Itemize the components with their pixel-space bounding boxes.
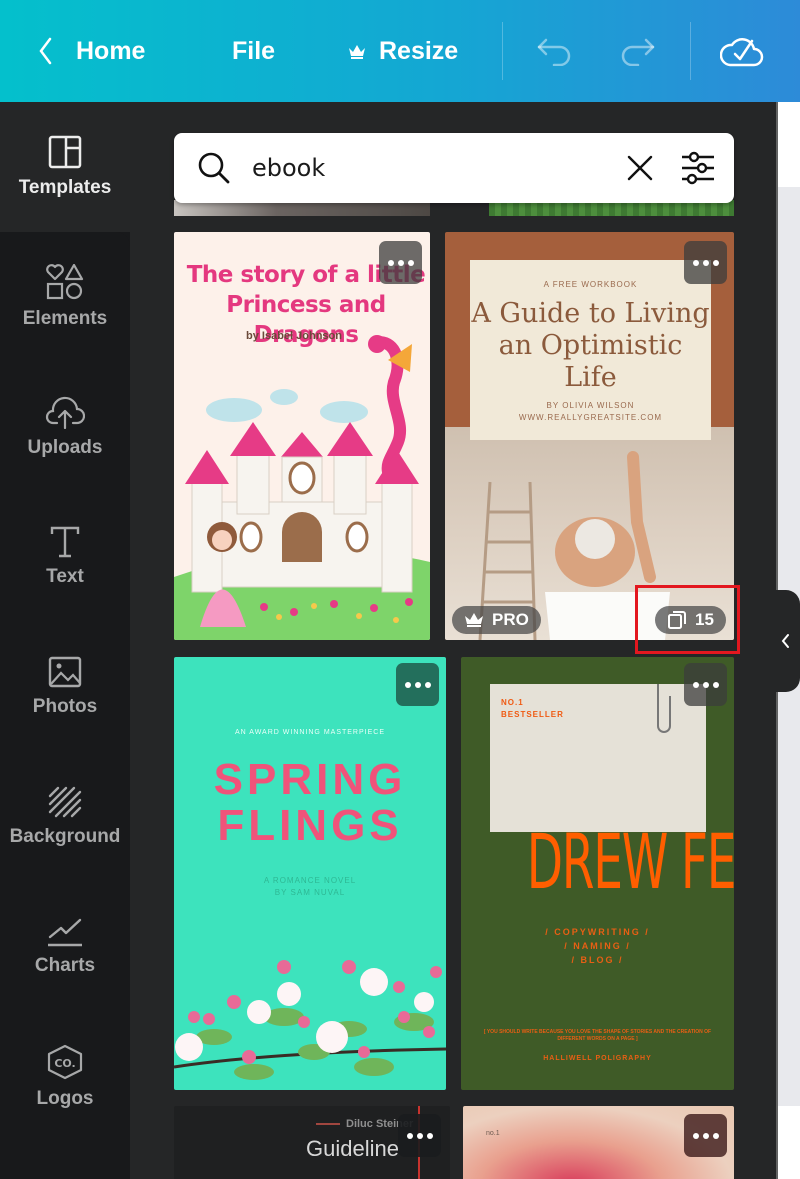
sidebar-item-label: Templates: [18, 177, 112, 198]
more-options-button[interactable]: [684, 663, 727, 706]
canvas-page-top: [778, 102, 800, 187]
upload-cloud-icon: [45, 396, 85, 429]
sidebar-item-label: Logos: [36, 1088, 94, 1109]
pro-label: PRO: [492, 610, 529, 629]
sidebar-item-background[interactable]: Background: [0, 752, 130, 882]
crown-icon: [349, 45, 365, 59]
sidebar-item-label: Charts: [34, 955, 96, 976]
undo-button[interactable]: [536, 0, 572, 102]
template-cover-paper: A FREE WORKBOOK A Guide to Living an Opt…: [470, 260, 711, 440]
blossom-illustration: [174, 960, 446, 1080]
template-author: BY OLIVIA WILSON: [546, 401, 635, 410]
clear-icon[interactable]: [627, 155, 653, 181]
template-tag-line: NO.1: [501, 698, 524, 707]
sidebar-item-uploads[interactable]: Uploads: [0, 362, 130, 492]
template-card[interactable]: no.1: [463, 1106, 734, 1179]
more-options-button[interactable]: [396, 663, 439, 706]
sidebar-item-label: Background: [9, 826, 121, 847]
more-options-button[interactable]: [398, 1114, 441, 1157]
chart-icon: [48, 918, 82, 947]
background-icon: [48, 786, 82, 818]
redo-icon: [621, 38, 655, 66]
pages-icon: [668, 611, 686, 629]
chevron-left-icon: [781, 634, 789, 648]
sidebar-item-elements[interactable]: Elements: [0, 232, 130, 362]
sidebar-item-label: Text: [46, 566, 84, 587]
sidebar-item-logos[interactable]: CO. Logos: [0, 1012, 130, 1142]
template-title: A Guide to Living an Optimistic Life: [471, 298, 710, 393]
pro-badge: PRO: [452, 606, 541, 634]
template-services: / COPYWRITING / / NAMING / / BLOG /: [461, 925, 734, 967]
template-kicker: A FREE WORKBOOK: [543, 280, 638, 289]
photo-icon: [48, 656, 82, 688]
sidebar-item-text[interactable]: Text: [0, 492, 130, 622]
more-options-button[interactable]: [684, 1114, 727, 1157]
search-icon: [198, 152, 230, 184]
template-label: no.1: [486, 1130, 500, 1137]
file-label: File: [232, 36, 276, 65]
template-quote: [ YOU SHOULD WRITE BECAUSE YOU LOVE THE …: [483, 1029, 712, 1042]
svg-text:CO.: CO.: [54, 1057, 75, 1070]
redo-button[interactable]: [620, 0, 656, 102]
crown-icon: [465, 613, 483, 627]
sidebar-item-charts[interactable]: Charts: [0, 882, 130, 1012]
sidebar-item-label: Uploads: [27, 437, 103, 458]
template-byline: BY OLIVIA WILSON WWW.REALLYGREATSITE.COM: [470, 400, 711, 424]
sidebar: Templates Elements Uploads Text Photos B…: [0, 102, 130, 1179]
sidebar-item-templates[interactable]: Templates: [0, 102, 130, 232]
top-toolbar: Home File Resize: [0, 0, 800, 102]
text-icon: [50, 526, 80, 558]
undo-icon: [537, 38, 571, 66]
template-service-item: / BLOG /: [571, 955, 624, 965]
logo-icon: CO.: [47, 1044, 83, 1080]
template-card[interactable]: NO.1 BESTSELLER DREW FEIG / COPYWRITING …: [461, 657, 734, 1090]
template-service-item: / COPYWRITING /: [545, 927, 650, 937]
home-label: Home: [76, 36, 146, 65]
sidebar-item-label: Photos: [32, 696, 98, 717]
canvas-page-bottom: [778, 1106, 800, 1179]
toolbar-divider: [502, 22, 503, 80]
template-site: WWW.REALLYGREATSITE.COM: [518, 413, 663, 422]
template-tag-line: BESTSELLER: [501, 710, 564, 719]
template-card[interactable]: AN AWARD WINNING MASTERPIECE SPRING FLIN…: [174, 657, 446, 1090]
resize-button[interactable]: Resize: [347, 0, 458, 102]
template-service-item: / NAMING /: [564, 941, 631, 951]
castle-illustration: [174, 335, 430, 640]
template-publisher: HALLIWELL POLIGRAPHY: [543, 1055, 652, 1062]
file-menu-button[interactable]: File: [232, 0, 275, 102]
template-title: Guideline: [306, 1136, 399, 1161]
search-input[interactable]: [252, 147, 592, 189]
templates-icon: [48, 135, 82, 169]
resize-label: Resize: [379, 36, 459, 65]
more-options-button[interactable]: [684, 241, 727, 284]
home-button[interactable]: Home: [38, 0, 145, 102]
chevron-left-icon: [39, 37, 52, 65]
template-card[interactable]: Diluc Steiner Guideline: [174, 1106, 450, 1179]
page-count-badge: 15: [655, 606, 726, 634]
toolbar-divider: [690, 22, 691, 80]
collapse-panel-button[interactable]: [770, 590, 800, 692]
template-card[interactable]: The story of a little Princess and Drago…: [174, 232, 430, 640]
template-tag: NO.1 BESTSELLER: [501, 697, 564, 721]
filter-icon[interactable]: [680, 150, 716, 186]
template-title: DREW FEIG: [526, 817, 734, 906]
page-count: 15: [695, 610, 714, 629]
search-bar: [174, 133, 734, 203]
cloud-check-icon: [720, 38, 764, 67]
template-card[interactable]: A FREE WORKBOOK A Guide to Living an Opt…: [445, 232, 734, 640]
sidebar-item-photos[interactable]: Photos: [0, 622, 130, 752]
save-status-button[interactable]: [720, 0, 764, 102]
more-options-button[interactable]: [379, 241, 422, 284]
elements-icon: [46, 264, 84, 300]
sidebar-item-label: Elements: [22, 308, 108, 329]
paperclip-icon: [657, 684, 671, 733]
